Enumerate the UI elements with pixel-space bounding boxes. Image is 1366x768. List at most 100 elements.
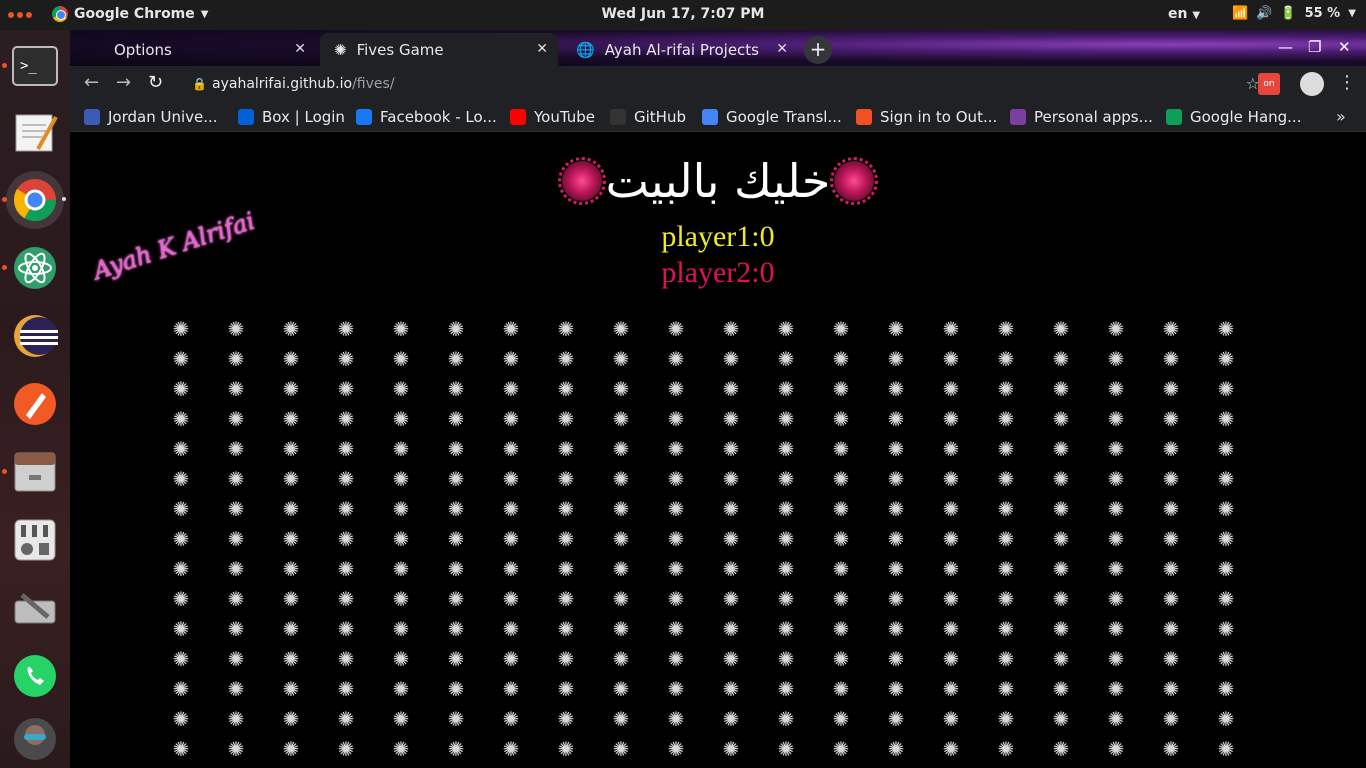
bookmark-item[interactable]: Google Hang... bbox=[1166, 108, 1301, 126]
board-cell[interactable]: ✺ bbox=[608, 616, 634, 642]
board-cell[interactable]: ✺ bbox=[828, 346, 854, 372]
board-cell[interactable]: ✺ bbox=[1213, 676, 1239, 702]
board-cell[interactable]: ✺ bbox=[1048, 316, 1074, 342]
board-cell[interactable]: ✺ bbox=[553, 676, 579, 702]
board-cell[interactable]: ✺ bbox=[718, 466, 744, 492]
board-cell[interactable]: ✺ bbox=[883, 496, 909, 522]
board-cell[interactable]: ✺ bbox=[443, 376, 469, 402]
board-cell[interactable]: ✺ bbox=[1048, 346, 1074, 372]
board-cell[interactable]: ✺ bbox=[223, 736, 249, 762]
board-cell[interactable]: ✺ bbox=[1048, 496, 1074, 522]
board-cell[interactable]: ✺ bbox=[828, 466, 854, 492]
board-cell[interactable]: ✺ bbox=[1048, 466, 1074, 492]
system-menu[interactable]: 📶 🔊 🔋 55 % ▼ bbox=[1232, 6, 1356, 21]
dock-chrome[interactable] bbox=[2, 171, 66, 229]
board-cell[interactable]: ✺ bbox=[663, 406, 689, 432]
board-cell[interactable]: ✺ bbox=[608, 526, 634, 552]
board-cell[interactable]: ✺ bbox=[498, 376, 524, 402]
board-cell[interactable]: ✺ bbox=[1158, 466, 1184, 492]
board-cell[interactable]: ✺ bbox=[718, 706, 744, 732]
board-cell[interactable]: ✺ bbox=[608, 406, 634, 432]
board-cell[interactable]: ✺ bbox=[1103, 376, 1129, 402]
board-cell[interactable]: ✺ bbox=[663, 526, 689, 552]
board-cell[interactable]: ✺ bbox=[1158, 646, 1184, 672]
close-window-icon[interactable]: ✕ bbox=[1338, 38, 1351, 56]
board-cell[interactable]: ✺ bbox=[718, 676, 744, 702]
board-cell[interactable]: ✺ bbox=[168, 526, 194, 552]
board-cell[interactable]: ✺ bbox=[773, 496, 799, 522]
board-cell[interactable]: ✺ bbox=[498, 316, 524, 342]
board-cell[interactable]: ✺ bbox=[1158, 436, 1184, 462]
board-cell[interactable]: ✺ bbox=[993, 676, 1019, 702]
board-cell[interactable]: ✺ bbox=[443, 316, 469, 342]
board-cell[interactable]: ✺ bbox=[443, 676, 469, 702]
board-cell[interactable]: ✺ bbox=[498, 556, 524, 582]
board-cell[interactable]: ✺ bbox=[663, 676, 689, 702]
board-cell[interactable]: ✺ bbox=[278, 466, 304, 492]
board-cell[interactable]: ✺ bbox=[278, 706, 304, 732]
board-cell[interactable]: ✺ bbox=[608, 586, 634, 612]
board-cell[interactable]: ✺ bbox=[1213, 646, 1239, 672]
board-cell[interactable]: ✺ bbox=[1158, 556, 1184, 582]
board-cell[interactable]: ✺ bbox=[1213, 496, 1239, 522]
board-cell[interactable]: ✺ bbox=[938, 736, 964, 762]
board-cell[interactable]: ✺ bbox=[443, 346, 469, 372]
close-icon[interactable]: ✕ bbox=[536, 41, 548, 57]
board-cell[interactable]: ✺ bbox=[1103, 526, 1129, 552]
board-cell[interactable]: ✺ bbox=[1103, 736, 1129, 762]
board-cell[interactable]: ✺ bbox=[883, 586, 909, 612]
board-cell[interactable]: ✺ bbox=[1213, 616, 1239, 642]
board-cell[interactable]: ✺ bbox=[718, 556, 744, 582]
board-cell[interactable]: ✺ bbox=[773, 436, 799, 462]
board-cell[interactable]: ✺ bbox=[993, 316, 1019, 342]
board-cell[interactable]: ✺ bbox=[1213, 736, 1239, 762]
board-cell[interactable]: ✺ bbox=[498, 736, 524, 762]
dock-disk-tools[interactable] bbox=[6, 579, 64, 637]
board-cell[interactable]: ✺ bbox=[168, 556, 194, 582]
board-cell[interactable]: ✺ bbox=[278, 586, 304, 612]
bookmark-item[interactable]: GitHub bbox=[610, 108, 686, 126]
board-cell[interactable]: ✺ bbox=[773, 736, 799, 762]
board-cell[interactable]: ✺ bbox=[1048, 406, 1074, 432]
board-cell[interactable]: ✺ bbox=[883, 346, 909, 372]
board-cell[interactable]: ✺ bbox=[498, 586, 524, 612]
board-cell[interactable]: ✺ bbox=[1158, 526, 1184, 552]
board-cell[interactable]: ✺ bbox=[1103, 496, 1129, 522]
board-cell[interactable]: ✺ bbox=[1213, 376, 1239, 402]
dock-terminal[interactable]: >_ bbox=[2, 37, 64, 95]
dock-avatar[interactable] bbox=[6, 710, 64, 768]
close-icon[interactable]: ✕ bbox=[776, 41, 788, 57]
board-cell[interactable]: ✺ bbox=[388, 316, 414, 342]
board-cell[interactable]: ✺ bbox=[938, 646, 964, 672]
board-cell[interactable]: ✺ bbox=[663, 646, 689, 672]
board-cell[interactable]: ✺ bbox=[718, 316, 744, 342]
board-cell[interactable]: ✺ bbox=[1048, 556, 1074, 582]
profile-avatar[interactable] bbox=[1300, 72, 1324, 96]
board-cell[interactable]: ✺ bbox=[168, 496, 194, 522]
board-cell[interactable]: ✺ bbox=[333, 646, 359, 672]
board-cell[interactable]: ✺ bbox=[718, 646, 744, 672]
board-cell[interactable]: ✺ bbox=[1048, 526, 1074, 552]
language-indicator[interactable]: en ▼ bbox=[1168, 6, 1200, 22]
board-cell[interactable]: ✺ bbox=[718, 406, 744, 432]
board-cell[interactable]: ✺ bbox=[388, 556, 414, 582]
board-cell[interactable]: ✺ bbox=[223, 586, 249, 612]
board-cell[interactable]: ✺ bbox=[883, 736, 909, 762]
dock-eclipse[interactable] bbox=[6, 307, 64, 365]
board-cell[interactable]: ✺ bbox=[1048, 736, 1074, 762]
board-cell[interactable]: ✺ bbox=[828, 736, 854, 762]
board-cell[interactable]: ✺ bbox=[168, 346, 194, 372]
board-cell[interactable]: ✺ bbox=[278, 316, 304, 342]
board-cell[interactable]: ✺ bbox=[1213, 466, 1239, 492]
board-cell[interactable]: ✺ bbox=[388, 346, 414, 372]
board-cell[interactable]: ✺ bbox=[773, 406, 799, 432]
board-cell[interactable]: ✺ bbox=[223, 556, 249, 582]
board-cell[interactable]: ✺ bbox=[223, 706, 249, 732]
board-cell[interactable]: ✺ bbox=[1213, 706, 1239, 732]
board-cell[interactable]: ✺ bbox=[278, 616, 304, 642]
board-cell[interactable]: ✺ bbox=[773, 316, 799, 342]
board-cell[interactable]: ✺ bbox=[388, 616, 414, 642]
board-cell[interactable]: ✺ bbox=[718, 346, 744, 372]
bookmarks-overflow-icon[interactable]: » bbox=[1336, 107, 1346, 126]
board-cell[interactable]: ✺ bbox=[938, 496, 964, 522]
